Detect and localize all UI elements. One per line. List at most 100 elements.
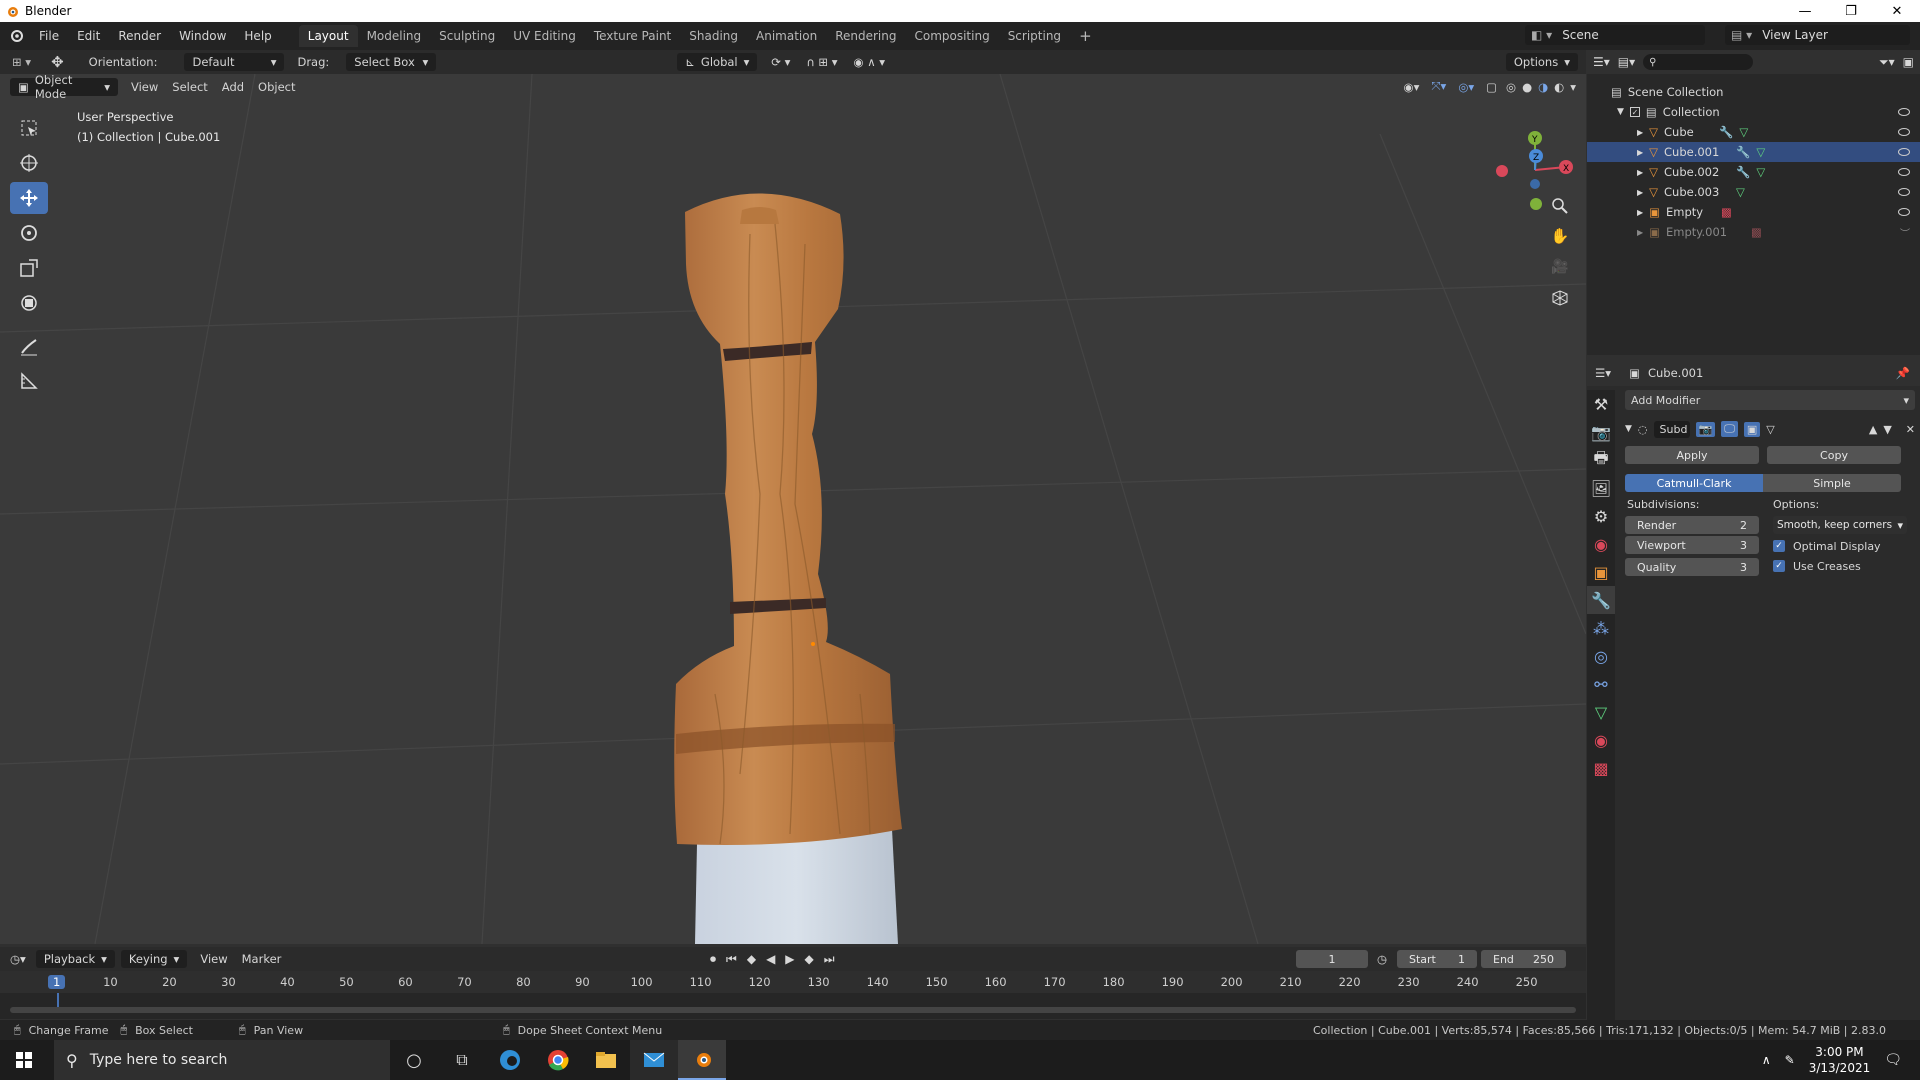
tab-animation[interactable]: Animation <box>747 25 826 47</box>
tab-texture-paint[interactable]: Texture Paint <box>585 25 680 47</box>
chevron-right-icon[interactable]: ▶ <box>1637 168 1643 177</box>
notification-icon[interactable]: 🗨 <box>1884 1052 1902 1068</box>
menu-help[interactable]: Help <box>235 29 280 43</box>
cortana-button[interactable]: ○ <box>390 1040 438 1080</box>
scene-selector[interactable]: ◧ ▾ Scene <box>1525 25 1705 45</box>
overlay-toggle-icon[interactable]: ◎▾ <box>1452 80 1480 94</box>
pin-icon[interactable]: 📌 <box>1896 366 1910 380</box>
outliner-search-input[interactable]: ⚲ <box>1643 54 1754 70</box>
options-dropdown[interactable]: Options ▾ <box>1505 53 1578 71</box>
tab-sculpting[interactable]: Sculpting <box>430 25 504 47</box>
rendered-shading-icon[interactable]: ◐ <box>1551 80 1567 94</box>
chrome-button[interactable] <box>534 1040 582 1080</box>
file-explorer-button[interactable] <box>582 1040 630 1080</box>
minimize-button[interactable]: — <box>1782 0 1828 22</box>
clock[interactable]: 3:00 PM 3/13/2021 <box>1809 1044 1871 1076</box>
close-icon[interactable]: ✕ <box>1906 423 1915 436</box>
outliner-item-cube[interactable]: ▶ ▽ Cube 🔧 ▽ <box>1587 122 1920 142</box>
jump-start-icon[interactable]: ⏮ <box>726 952 737 967</box>
eye-icon[interactable] <box>1898 208 1910 216</box>
wireframe-shading-icon[interactable]: ◎ <box>1503 80 1519 94</box>
render-levels-field[interactable]: Render 2 <box>1625 516 1759 534</box>
jump-end-icon[interactable]: ⏭ <box>824 952 835 967</box>
camera-view-button[interactable]: 🎥 <box>1547 254 1573 280</box>
use-creases-checkbox[interactable]: ✓ Use Creases <box>1773 556 1907 576</box>
tab-constraints[interactable]: ⚯ <box>1587 670 1615 698</box>
stopwatch-icon[interactable]: ◷ <box>1377 952 1387 966</box>
chevron-down-icon[interactable]: ▼ <box>1625 424 1632 434</box>
tab-physics[interactable]: ◎ <box>1587 642 1615 670</box>
viewport-menu-select[interactable]: Select <box>165 80 214 94</box>
filter-icon[interactable]: ⏷▾ <box>1879 55 1895 70</box>
frame-ruler[interactable]: 1 10 20 30 40 50 60 70 80 90 100 110 120 130 140 150 160… <box>0 971 1586 993</box>
move-up-icon[interactable]: ▲ <box>1869 423 1877 436</box>
outliner-scene-collection[interactable]: ▤ Scene Collection <box>1587 82 1920 102</box>
3d-viewport[interactable]: ▣ Object Mode ▾ View Select Add Object ◉▾ … <box>0 74 1586 944</box>
timeline-scrollbar[interactable] <box>10 1007 1576 1013</box>
catmull-clark-button[interactable]: Catmull-Clark <box>1625 474 1763 492</box>
edge-button[interactable] <box>486 1040 534 1080</box>
outliner-collection[interactable]: ▼ ✓ ▤ Collection <box>1587 102 1920 122</box>
pan-button[interactable]: ✋ <box>1547 223 1573 249</box>
start-button[interactable] <box>0 1040 48 1080</box>
taskbar-search-input[interactable]: ⚲ Type here to search <box>54 1040 390 1080</box>
tab-compositing[interactable]: Compositing <box>905 25 998 47</box>
camera-toggle-icon[interactable]: 📷 <box>1695 421 1716 437</box>
viewport-menu-add[interactable]: Add <box>215 80 251 94</box>
viewport-menu-view[interactable]: View <box>124 80 165 94</box>
playback-dropdown[interactable]: Playback ▾ <box>35 950 115 968</box>
maximize-button[interactable]: ❐ <box>1828 0 1874 22</box>
solid-shading-icon[interactable]: ● <box>1519 80 1535 94</box>
hidden-eye-icon[interactable]: ︶ <box>1900 225 1910 240</box>
editor-type-icon[interactable]: ⊞ ▾ <box>0 55 43 69</box>
tab-particles[interactable]: ⁂ <box>1587 614 1615 642</box>
add-workspace-button[interactable]: + <box>1070 23 1101 49</box>
visibility-icon[interactable]: ◉▾ <box>1398 80 1426 94</box>
quality-field[interactable]: Quality 3 <box>1625 558 1759 576</box>
chevron-down-icon[interactable]: ▼ <box>1617 107 1624 117</box>
eye-icon[interactable] <box>1898 168 1910 176</box>
tab-layout[interactable]: Layout <box>298 25 358 47</box>
tab-shading[interactable]: Shading <box>680 25 747 47</box>
viewport-levels-field[interactable]: Viewport 3 <box>1625 536 1759 554</box>
tab-data[interactable]: ▽ <box>1587 698 1615 726</box>
next-keyframe-icon[interactable]: ◆ <box>805 952 814 967</box>
material-shading-icon[interactable]: ◑ <box>1535 80 1551 94</box>
blender-taskbar-button[interactable] <box>678 1040 726 1080</box>
tab-tool[interactable]: ⚒ <box>1587 390 1615 418</box>
tab-view-layer[interactable]: 🖼 <box>1587 474 1615 502</box>
tab-modeling[interactable]: Modeling <box>358 25 431 47</box>
properties-editor-icon[interactable]: ☰▾ <box>1595 366 1611 380</box>
mail-button[interactable] <box>630 1040 678 1080</box>
outliner-item-cube-003[interactable]: ▶ ▽ Cube.003 ▽ <box>1587 182 1920 202</box>
measure-tool[interactable] <box>10 365 48 397</box>
pen-icon[interactable]: ✎ <box>1785 1053 1795 1067</box>
outliner-item-cube-002[interactable]: ▶ ▽ Cube.002 🔧 ▽ <box>1587 162 1920 182</box>
add-modifier-dropdown[interactable]: Add Modifier ▾ <box>1625 390 1915 410</box>
menu-window[interactable]: Window <box>170 29 235 43</box>
xray-icon[interactable]: ▢ <box>1480 80 1503 94</box>
tab-texture[interactable]: ▩ <box>1587 754 1615 782</box>
apply-button[interactable]: Apply <box>1625 446 1759 464</box>
outliner-editor-type-icon[interactable]: ☰▾ <box>1593 55 1610 69</box>
transform-orientation-dropdown[interactable]: ⊾ Global ▾ <box>677 53 758 71</box>
editmode-toggle-icon[interactable]: ▣ <box>1743 421 1761 437</box>
eye-icon[interactable] <box>1898 108 1910 116</box>
chevron-right-icon[interactable]: ▶ <box>1637 188 1643 197</box>
chevron-right-icon[interactable]: ▶ <box>1637 228 1643 237</box>
viewport-menu-object[interactable]: Object <box>251 80 302 94</box>
close-button[interactable]: ✕ <box>1874 0 1920 22</box>
menu-edit[interactable]: Edit <box>68 29 109 43</box>
eye-icon[interactable] <box>1898 128 1910 136</box>
tab-scripting[interactable]: Scripting <box>999 25 1070 47</box>
menu-file[interactable]: File <box>30 29 68 43</box>
checkbox-icon[interactable]: ✓ <box>1629 107 1640 117</box>
current-frame-field[interactable]: 1 <box>1296 950 1368 968</box>
drag-dropdown[interactable]: Select Box ▾ <box>346 53 437 71</box>
timeline-menu-view[interactable]: View <box>193 952 234 966</box>
modifier-name-input[interactable]: Subd <box>1653 420 1690 438</box>
new-collection-icon[interactable]: ▣ <box>1903 55 1914 69</box>
display-toggle-icon[interactable]: 🖵 <box>1721 421 1738 437</box>
cage-toggle-icon[interactable]: ▽ <box>1766 423 1774 436</box>
view-layer-selector[interactable]: ▤ ▾ View Layer <box>1725 25 1910 45</box>
